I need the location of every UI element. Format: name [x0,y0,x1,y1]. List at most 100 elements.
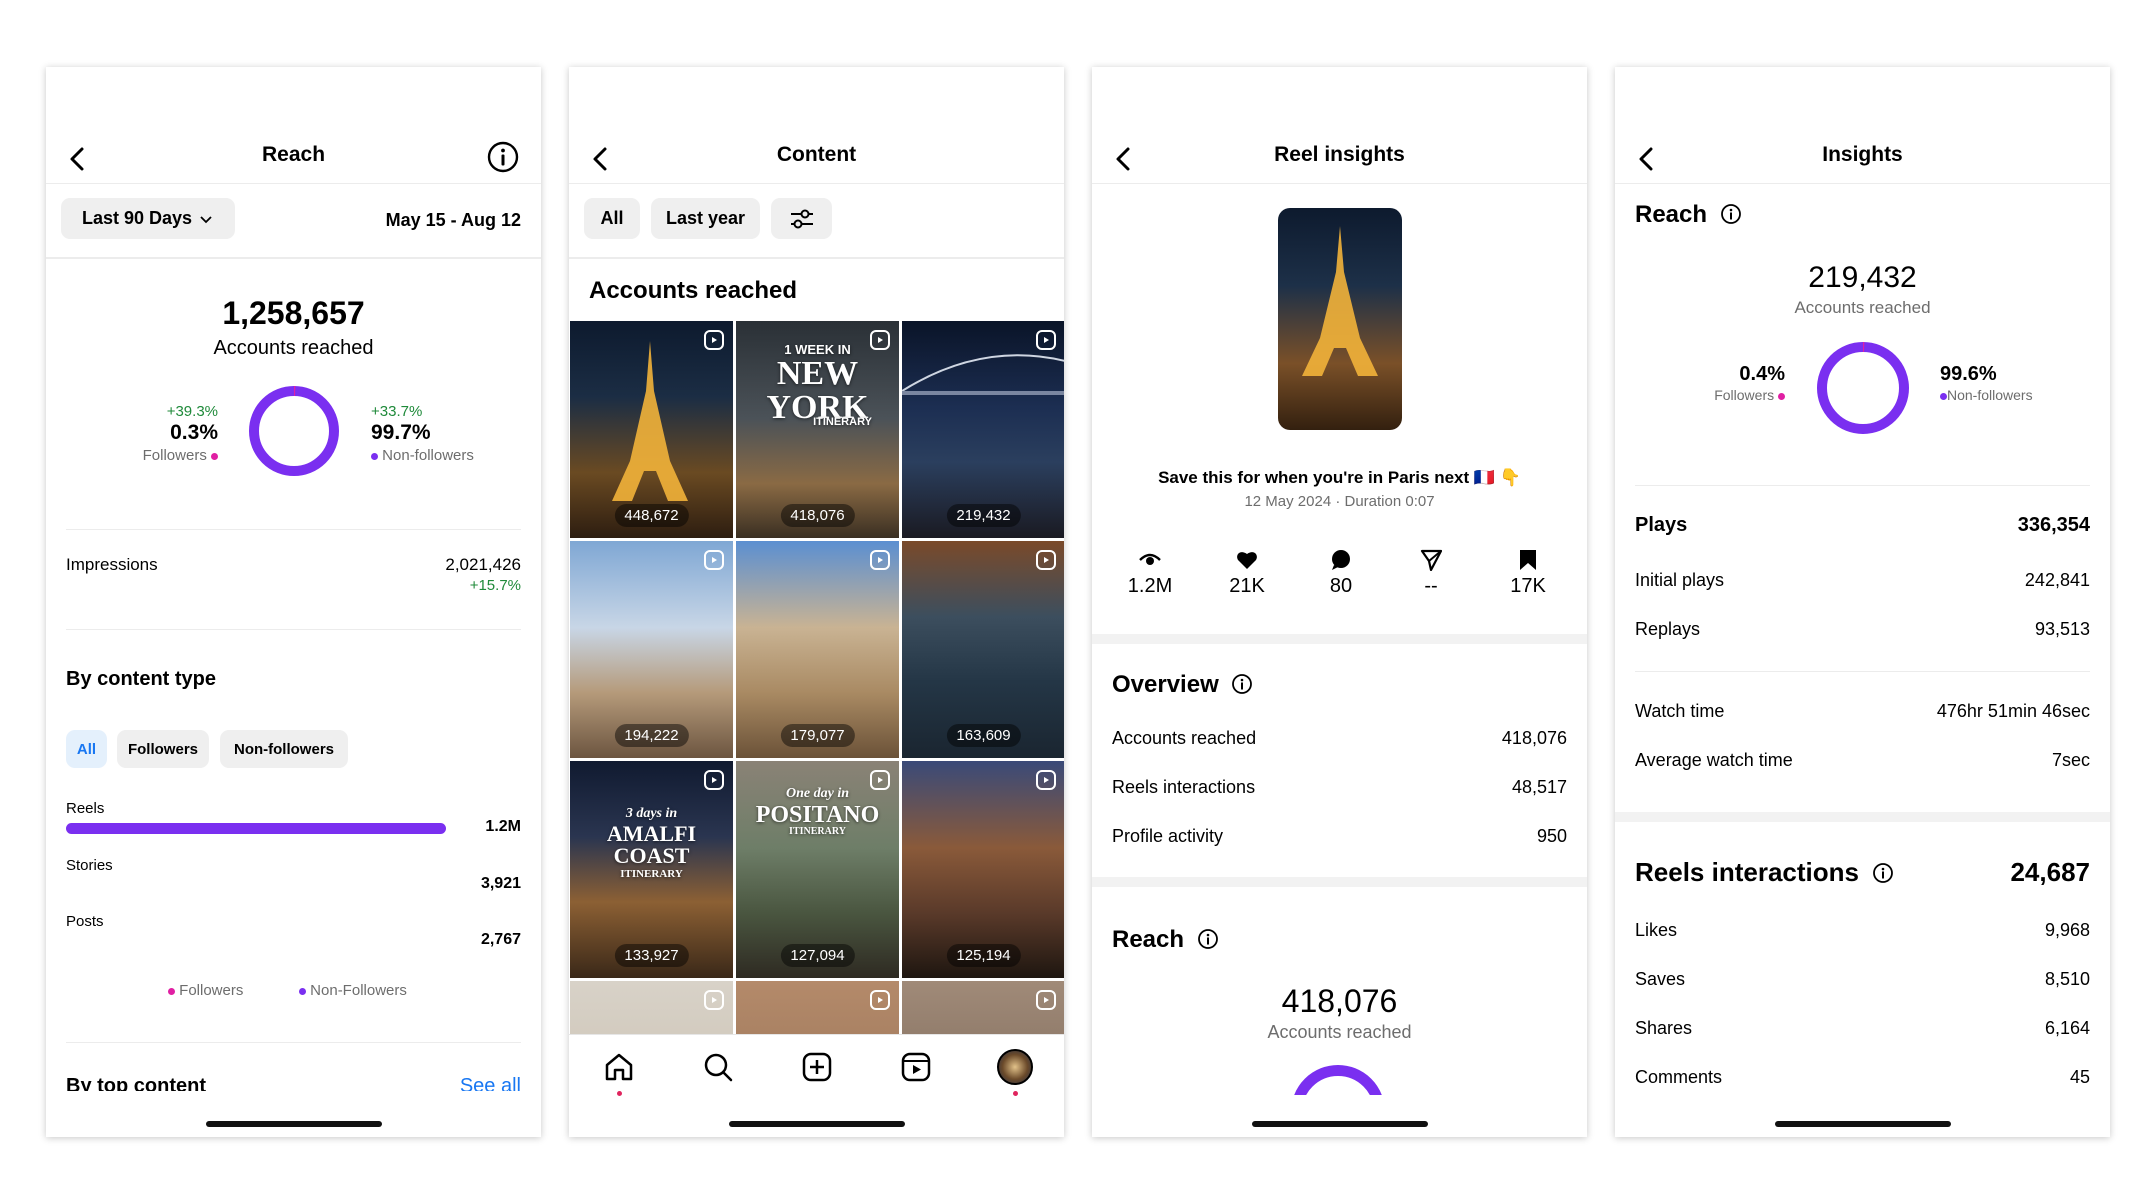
reach-donut-chart [249,386,339,476]
tile-count: 127,094 [780,944,855,967]
overview-row-value: 418,076 [1501,728,1567,748]
filter-last-year[interactable]: Last year [651,198,760,239]
impressions-change: +15.7% [469,577,521,594]
reel-insights-screen: Reel insights Save this for when you're … [1092,67,1587,1137]
tile-count: 194,222 [614,724,689,747]
content-tile[interactable]: One day in POSITANO ITINERARY 127,094 [736,761,899,978]
reels-icon[interactable] [898,1049,934,1085]
reel-meta: 12 May 2024 · Duration 0:07 [1244,493,1435,510]
reach-total-label: Accounts reached [1267,1022,1412,1042]
shares-stat: -- [1396,549,1466,598]
share-icon [1420,549,1442,571]
followers-percent: 0.3% [170,421,218,444]
top-content-row: By top content See all [46,1067,541,1091]
initial-plays-label: Initial plays [1635,570,1725,590]
non-followers-percent: 99.7% [371,421,431,444]
content-tile[interactable]: 448,672 [570,321,733,538]
tile-count: 125,194 [946,944,1021,967]
reel-icon [704,770,724,790]
content-tile[interactable]: 179,077 [736,541,899,758]
filter-all[interactable]: All [66,730,107,768]
followers-change: +39.3% [166,403,218,420]
home-indicator [728,1121,905,1127]
likes-stat: 21K [1212,549,1282,598]
followers-label: Followers [143,447,218,464]
saves-value: 8,510 [2044,969,2090,989]
content-tile[interactable]: 163,609 [902,541,1064,758]
page-title: Insights [1822,143,1903,166]
shares-value: 6,164 [2044,1018,2090,1038]
reach-total: 418,076 [1281,983,1398,1019]
shares-label: Shares [1635,1018,1693,1038]
reels-interactions-heading: Reels interactions [1635,857,1894,888]
info-icon[interactable] [1720,203,1742,225]
content-tile[interactable]: 3 days in AMALFI COAST ITINERARY 133,927 [570,761,733,978]
reels-bar [66,823,446,834]
reel-icon [870,550,890,570]
views-icon [1139,553,1161,565]
sliders-icon [790,209,813,228]
non-followers-label: Non-followers [1940,387,2033,403]
page-title: Content [776,143,857,166]
reel-thumbnail[interactable] [1278,208,1402,430]
plays-value: 336,354 [2017,514,2090,536]
impressions-label: Impressions [66,555,158,574]
reach-total: 219,432 [1808,261,1917,294]
info-icon[interactable] [485,139,521,175]
reach-screen: Reach Last 90 Days May 15 - Aug 12 1,258… [46,67,541,1137]
tile-count: 219,432 [946,504,1021,527]
reach-total-label: Accounts reached [1794,298,1931,317]
chevron-down-icon [200,215,212,223]
reel-icon [870,770,890,790]
accounts-reached-heading: Accounts reached [589,277,798,304]
search-icon[interactable] [700,1049,736,1085]
non-followers-change: +33.7% [371,403,423,420]
info-icon[interactable] [1197,928,1219,950]
reel-icon [870,990,890,1010]
likes-label: Likes [1635,920,1678,940]
reel-icon [704,990,724,1010]
watch-time-value: 476hr 51min 46sec [1936,701,2090,721]
content-tile[interactable] [736,981,899,1034]
page-title: Reach [261,143,326,166]
reels-label: Reels [66,800,105,817]
date-range-dropdown[interactable]: Last 90 Days [61,198,235,239]
followers-percent: 0.4% [1739,363,1785,385]
header: Reach [46,67,541,184]
by-content-type-heading: By content type [66,668,217,690]
insights-screen: Insights Reach 219,432 Accounts reached … [1615,67,2110,1137]
followers-label: Followers [1714,387,1785,403]
content-tile[interactable] [902,981,1064,1034]
notification-dot [1013,1091,1018,1096]
filter-settings-button[interactable] [771,198,832,239]
tile-count: 179,077 [780,724,855,747]
filter-all[interactable]: All [584,198,640,239]
replays-value: 93,513 [2034,619,2090,639]
comment-icon [1332,550,1350,570]
views-stat: 1.2M [1115,549,1185,598]
average-watch-time-value: 7sec [2051,750,2090,770]
content-tile[interactable]: 219,432 [902,321,1064,538]
reach-heading: Reach [1112,926,1219,954]
home-icon[interactable] [601,1049,637,1085]
filter-followers[interactable]: Followers [117,730,209,768]
content-tile[interactable]: 194,222 [570,541,733,758]
see-all-link[interactable]: See all [460,1075,521,1091]
reels-value: 1.2M [485,818,521,835]
info-icon[interactable] [1872,862,1894,884]
comments-value: 45 [2069,1067,2090,1087]
reach-donut-chart [1291,1065,1385,1095]
content-tile[interactable]: 1 WEEK IN NEW YORK ITINERARY 418,076 [736,321,899,538]
profile-avatar[interactable] [997,1049,1033,1085]
info-icon[interactable] [1231,673,1253,695]
overview-row-label: Accounts reached [1112,728,1257,748]
comments-label: Comments [1635,1067,1723,1087]
reach-donut-chart [1817,342,1909,434]
content-tile[interactable]: 125,194 [902,761,1064,978]
home-indicator [205,1121,382,1127]
filter-non-followers[interactable]: Non-followers [220,730,348,768]
create-icon[interactable] [799,1049,835,1085]
content-tile[interactable] [570,981,733,1034]
date-range-label: Last 90 Days [81,208,193,228]
header: Reel insights [1092,67,1587,184]
